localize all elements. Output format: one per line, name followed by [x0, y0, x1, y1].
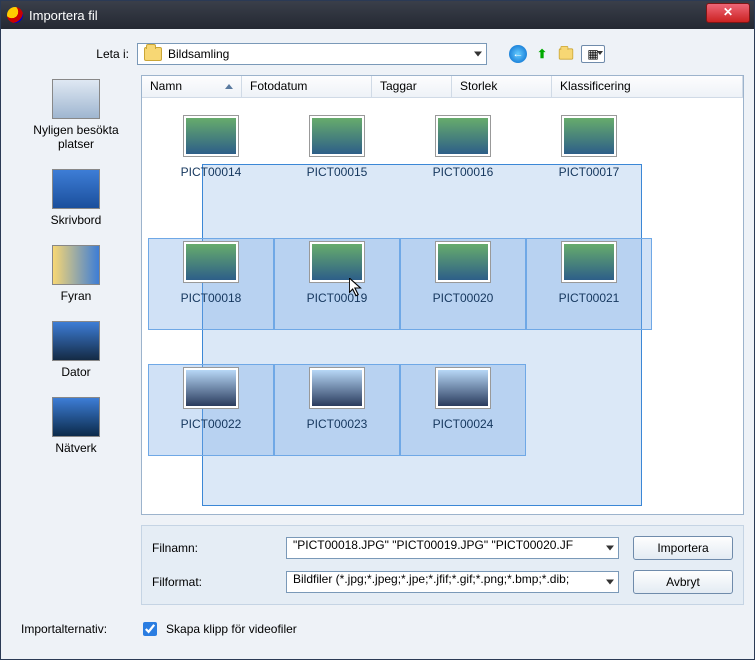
import-options-row: Importalternativ: Skapa klipp för videof… [11, 605, 744, 649]
file-item[interactable]: PICT00017 [526, 112, 652, 204]
fileformat-label: Filformat: [152, 575, 272, 589]
file-item[interactable]: PICT00023 [274, 364, 400, 456]
network-icon [52, 397, 100, 437]
window-title: Importera fil [29, 8, 98, 23]
col-tags[interactable]: Taggar [372, 76, 452, 97]
thumbnail-icon [435, 367, 491, 409]
views-icon[interactable]: ▦ [581, 45, 605, 63]
file-item[interactable]: PICT00015 [274, 112, 400, 204]
fileformat-combo[interactable]: Bildfiler (*.jpg;*.jpeg;*.jpe;*.jfif;*.g… [286, 571, 619, 593]
col-rating[interactable]: Klassificering [552, 76, 743, 97]
filename-form: Filnamn: "PICT00018.JPG" "PICT00019.JPG"… [141, 525, 744, 605]
dialog-body: Leta i: Bildsamling ← ⬆ ▦ Nyligen besökt… [1, 29, 754, 659]
col-size[interactable]: Storlek [452, 76, 552, 97]
sidebar-item-label: Nyligen besökta platser [21, 123, 131, 151]
file-item[interactable]: PICT00020 [400, 238, 526, 330]
file-label: PICT00024 [433, 417, 494, 431]
look-in-row: Leta i: Bildsamling ← ⬆ ▦ [11, 37, 744, 75]
file-item[interactable]: PICT00018 [148, 238, 274, 330]
back-icon[interactable]: ← [509, 45, 527, 63]
file-item[interactable]: PICT00016 [400, 112, 526, 204]
file-item[interactable]: PICT00019 [274, 238, 400, 330]
sidebar-item-network[interactable]: Nätverk [21, 397, 131, 455]
sidebar-item-recent[interactable]: Nyligen besökta platser [21, 79, 131, 151]
bottom-area: Filnamn: "PICT00018.JPG" "PICT00019.JPG"… [11, 515, 744, 605]
file-label: PICT00021 [559, 291, 620, 305]
computer-icon [52, 321, 100, 361]
file-item[interactable]: PICT00022 [148, 364, 274, 456]
folder-icon [144, 47, 162, 61]
nav-icons: ← ⬆ ▦ [509, 45, 605, 63]
sidebar-item-desktop[interactable]: Skrivbord [21, 169, 131, 227]
thumbnail-icon [309, 241, 365, 283]
column-headers: Namn Fotodatum Taggar Storlek Klassifice… [142, 76, 743, 98]
sidebar-item-label: Fyran [21, 289, 131, 303]
close-button[interactable]: ✕ [706, 3, 750, 23]
thumbnail-icon [561, 241, 617, 283]
file-label: PICT00018 [181, 291, 242, 305]
file-label: PICT00019 [307, 291, 368, 305]
main-area: Nyligen besökta platser Skrivbord Fyran … [11, 75, 744, 515]
filename-label: Filnamn: [152, 541, 272, 555]
import-button[interactable]: Importera [633, 536, 733, 560]
sidebar-item-label: Dator [21, 365, 131, 379]
user-folder-icon [52, 245, 100, 285]
chevron-down-icon [606, 546, 614, 551]
filename-input[interactable]: "PICT00018.JPG" "PICT00019.JPG" "PICT000… [286, 537, 619, 559]
chevron-down-icon [606, 580, 614, 585]
thumbnail-icon [435, 115, 491, 157]
recent-places-icon [52, 79, 100, 119]
thumbnail-icon [309, 115, 365, 157]
file-list-pane: Namn Fotodatum Taggar Storlek Klassifice… [141, 75, 744, 515]
thumbnail-grid[interactable]: PICT00014 PICT00015 PICT00016 PICT00017 … [142, 98, 743, 514]
look-in-combo[interactable]: Bildsamling [137, 43, 487, 65]
fileformat-value: Bildfiler (*.jpg;*.jpeg;*.jpe;*.jfif;*.g… [293, 572, 569, 586]
sidebar-item-label: Nätverk [21, 441, 131, 455]
checkbox-input[interactable] [143, 622, 157, 636]
create-clips-checkbox[interactable]: Skapa klipp för videofiler [139, 619, 297, 639]
checkbox-label: Skapa klipp för videofiler [166, 622, 297, 636]
app-icon [7, 7, 23, 23]
col-name[interactable]: Namn [142, 76, 242, 97]
file-item[interactable]: PICT00014 [148, 112, 274, 204]
file-label: PICT00022 [181, 417, 242, 431]
file-label: PICT00016 [433, 165, 494, 179]
import-options-label: Importalternativ: [21, 622, 107, 636]
up-icon[interactable]: ⬆ [533, 45, 551, 63]
chevron-down-icon [474, 52, 482, 57]
col-date[interactable]: Fotodatum [242, 76, 372, 97]
file-label: PICT00015 [307, 165, 368, 179]
thumbnail-icon [561, 115, 617, 157]
cancel-button[interactable]: Avbryt [633, 570, 733, 594]
file-label: PICT00017 [559, 165, 620, 179]
look-in-value: Bildsamling [168, 47, 229, 61]
places-sidebar: Nyligen besökta platser Skrivbord Fyran … [11, 75, 141, 515]
file-label: PICT00020 [433, 291, 494, 305]
sidebar-item-fyran[interactable]: Fyran [21, 245, 131, 303]
filename-value: "PICT00018.JPG" "PICT00019.JPG" "PICT000… [293, 538, 573, 552]
thumbnail-icon [435, 241, 491, 283]
file-item[interactable]: PICT00024 [400, 364, 526, 456]
new-folder-icon[interactable] [557, 45, 575, 63]
look-in-label: Leta i: [11, 47, 129, 61]
thumbnail-icon [309, 367, 365, 409]
thumbnail-icon [183, 367, 239, 409]
file-label: PICT00014 [181, 165, 242, 179]
file-label: PICT00023 [307, 417, 368, 431]
file-item[interactable]: PICT00021 [526, 238, 652, 330]
import-file-dialog: Importera fil ✕ Leta i: Bildsamling ← ⬆ … [0, 0, 755, 660]
sidebar-item-computer[interactable]: Dator [21, 321, 131, 379]
desktop-icon [52, 169, 100, 209]
titlebar: Importera fil ✕ [1, 1, 754, 29]
sidebar-item-label: Skrivbord [21, 213, 131, 227]
thumbnail-icon [183, 115, 239, 157]
thumbnail-icon [183, 241, 239, 283]
